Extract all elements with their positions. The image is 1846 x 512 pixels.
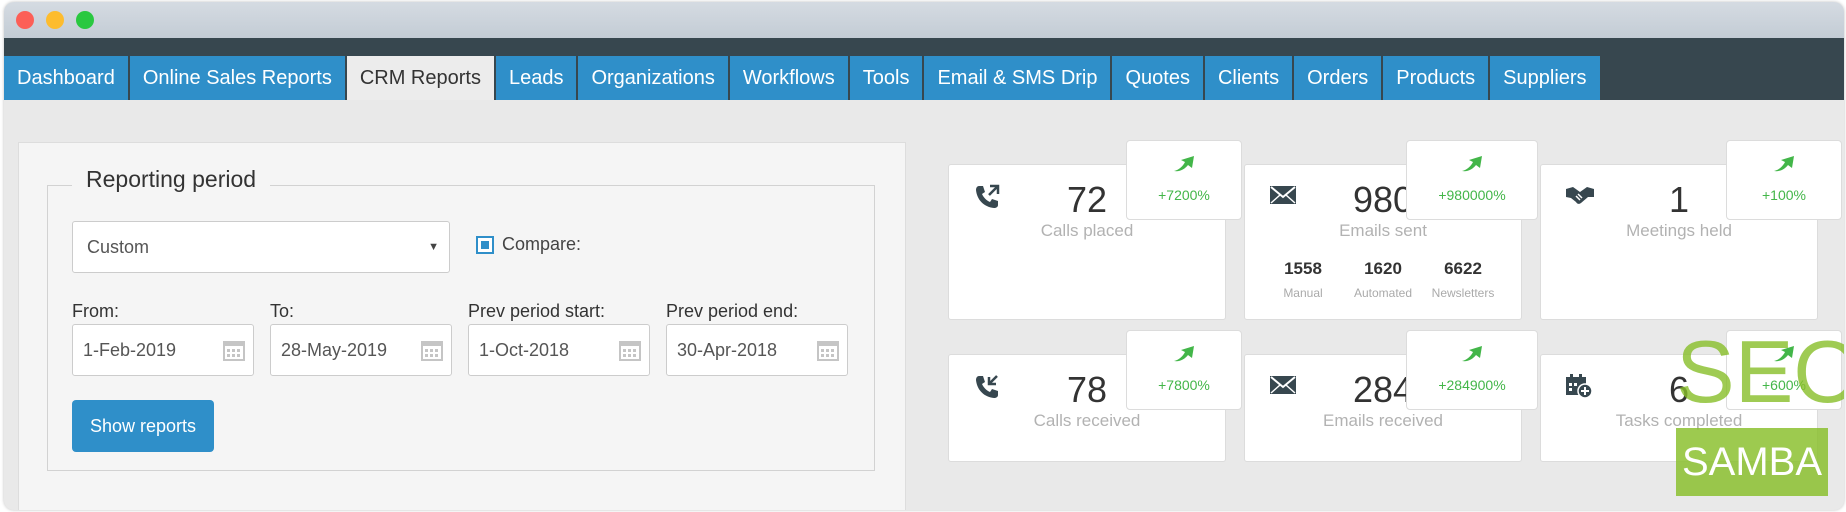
meetings-held-label: Meetings held xyxy=(1626,221,1732,240)
prev-start-value: 1-Oct-2018 xyxy=(479,340,570,360)
tab-quotes[interactable]: Quotes xyxy=(1112,56,1203,100)
compare-label: Compare: xyxy=(502,234,582,254)
period-select[interactable]: Custom ▼ xyxy=(72,221,450,273)
top-navbar: Dashboard Online Sales Reports CRM Repor… xyxy=(4,38,1844,100)
compare-toggle[interactable]: Compare: xyxy=(476,234,581,255)
calls-received-change-badge: +7800% xyxy=(1126,330,1242,410)
calls-placed-change-badge: +7200% xyxy=(1126,140,1242,220)
calendar-icon[interactable] xyxy=(223,339,245,361)
prev-start-input[interactable]: 1-Oct-2018 xyxy=(468,324,650,376)
emails-sent-change: +980000% xyxy=(1438,187,1506,203)
calls-received-change: +7800% xyxy=(1158,377,1210,393)
emails-newsletters-label: Newsletters xyxy=(1431,286,1495,300)
trend-up-arrow-icon xyxy=(1174,156,1194,172)
minimize-window-button[interactable] xyxy=(46,11,64,29)
calls-received-label: Calls received xyxy=(1033,411,1141,430)
calendar-icon[interactable] xyxy=(421,339,443,361)
seo-samba-watermark: SEO SAMBA xyxy=(1676,322,1844,496)
calendar-icon[interactable] xyxy=(619,339,641,361)
calendar-icon[interactable] xyxy=(817,339,839,361)
prev-end-input[interactable]: 30-Apr-2018 xyxy=(666,324,848,376)
caret-down-icon: ▼ xyxy=(428,241,439,253)
emails-manual: 1558 Manual xyxy=(1263,259,1343,300)
tab-online-sales-reports[interactable]: Online Sales Reports xyxy=(129,56,345,100)
calls-placed-label: Calls placed xyxy=(1040,221,1134,240)
emails-received-change-badge: +284900% xyxy=(1406,330,1538,410)
meetings-held-change: +100% xyxy=(1762,187,1806,203)
to-date-value: 28-May-2019 xyxy=(281,340,388,360)
tab-email-sms-drip[interactable]: Email & SMS Drip xyxy=(924,56,1111,100)
from-date-value: 1-Feb-2019 xyxy=(83,340,177,360)
watermark-seo-text: SEO xyxy=(1676,322,1844,421)
tab-orders[interactable]: Orders xyxy=(1294,56,1382,100)
show-reports-button[interactable]: Show reports xyxy=(72,400,214,452)
to-label: To: xyxy=(270,301,295,321)
trend-up-arrow-icon xyxy=(1174,346,1194,362)
emails-sent-change-badge: +980000% xyxy=(1406,140,1538,220)
trend-up-arrow-icon xyxy=(1774,156,1794,172)
period-select-value: Custom xyxy=(87,237,150,257)
reporting-period-fieldset: Reporting period Custom ▼ Compare: From:… xyxy=(47,166,875,471)
emails-automated-count: 1620 xyxy=(1364,259,1402,278)
title-bar xyxy=(4,2,1844,38)
calls-placed-change: +7200% xyxy=(1158,187,1210,203)
prev-end-label: Prev period end: xyxy=(666,301,799,321)
tab-leads[interactable]: Leads xyxy=(495,56,577,100)
emails-received-label: Emails received xyxy=(1323,411,1443,430)
browser-window: Dashboard Online Sales Reports CRM Repor… xyxy=(4,2,1844,510)
emails-automated-label: Automated xyxy=(1353,286,1413,300)
emails-manual-count: 1558 xyxy=(1284,259,1322,278)
trend-up-arrow-icon xyxy=(1462,346,1482,362)
from-date-input[interactable]: 1-Feb-2019 xyxy=(72,324,254,376)
prev-end-value: 30-Apr-2018 xyxy=(677,340,778,360)
emails-newsletters-count: 6622 xyxy=(1444,259,1482,278)
emails-automated: 1620 Automated xyxy=(1343,259,1423,300)
tab-dashboard[interactable]: Dashboard xyxy=(4,56,128,100)
prev-start-label: Prev period start: xyxy=(468,301,606,321)
tab-suppliers[interactable]: Suppliers xyxy=(1490,56,1600,100)
tab-organizations[interactable]: Organizations xyxy=(578,56,728,100)
tab-workflows[interactable]: Workflows xyxy=(729,56,848,100)
from-label: From: xyxy=(72,301,119,321)
tab-clients[interactable]: Clients xyxy=(1204,56,1293,100)
close-window-button[interactable] xyxy=(16,11,34,29)
emails-received-change: +284900% xyxy=(1438,377,1506,393)
emails-sent-label: Emails sent xyxy=(1339,221,1427,240)
reporting-panel: Reporting period Custom ▼ Compare: From:… xyxy=(18,142,906,510)
compare-checkbox[interactable] xyxy=(476,235,494,254)
main-tabs: Dashboard Online Sales Reports CRM Repor… xyxy=(4,56,1602,100)
emails-newsletters: 6622 Newsletters xyxy=(1423,259,1503,300)
meetings-held-change-badge: +100% xyxy=(1726,140,1842,220)
trend-up-arrow-icon xyxy=(1462,156,1482,172)
tab-tools[interactable]: Tools xyxy=(849,56,923,100)
watermark-samba-text: SAMBA xyxy=(1676,428,1828,496)
emails-manual-label: Manual xyxy=(1283,286,1323,300)
maximize-window-button[interactable] xyxy=(76,11,94,29)
reporting-period-legend: Reporting period xyxy=(72,166,271,193)
to-date-input[interactable]: 28-May-2019 xyxy=(270,324,452,376)
tab-crm-reports[interactable]: CRM Reports xyxy=(346,56,494,100)
tab-products[interactable]: Products xyxy=(1383,56,1489,100)
